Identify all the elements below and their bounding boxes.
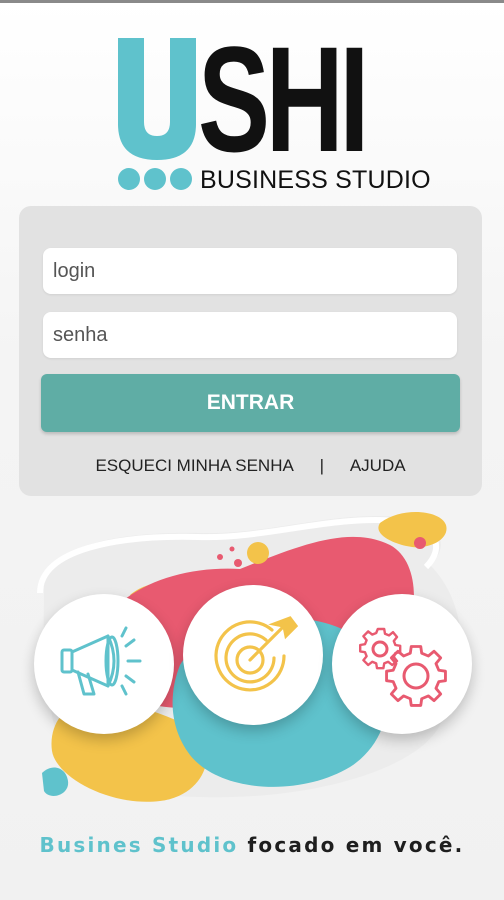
- operations-circle: [332, 594, 472, 734]
- top-divider: [0, 0, 504, 3]
- ushi-logo: SHI BUSINESS STUDIO: [118, 24, 431, 198]
- tagline: Busines Studio focado em você.: [0, 833, 504, 857]
- gears-icon: [358, 627, 447, 707]
- logo-shi-letters: SHI: [198, 15, 369, 183]
- hero-illustration: [0, 505, 504, 825]
- target-icon: [214, 616, 299, 692]
- help-link[interactable]: AJUDA: [350, 456, 406, 475]
- password-input[interactable]: [43, 312, 457, 358]
- login-card: ENTRAR ESQUECI MINHA SENHA | AJUDA: [19, 206, 482, 496]
- login-button[interactable]: ENTRAR: [41, 374, 460, 432]
- logo-dots: [118, 168, 192, 190]
- tagline-brand: Busines Studio: [39, 833, 239, 857]
- marketing-circle: [34, 594, 174, 734]
- login-input[interactable]: [43, 248, 457, 294]
- logo-dot: [118, 168, 140, 190]
- logo-dot: [170, 168, 192, 190]
- auth-links: ESQUECI MINHA SENHA | AJUDA: [19, 456, 482, 476]
- tagline-text: focado em você.: [247, 833, 465, 857]
- logo-dot: [144, 168, 166, 190]
- logo-subtitle: BUSINESS STUDIO: [200, 166, 431, 194]
- links-separator: |: [319, 456, 325, 475]
- logo-u-letter: [118, 38, 196, 160]
- goals-circle: [183, 585, 323, 725]
- forgot-password-link[interactable]: ESQUECI MINHA SENHA: [95, 456, 292, 475]
- megaphone-icon: [60, 626, 142, 696]
